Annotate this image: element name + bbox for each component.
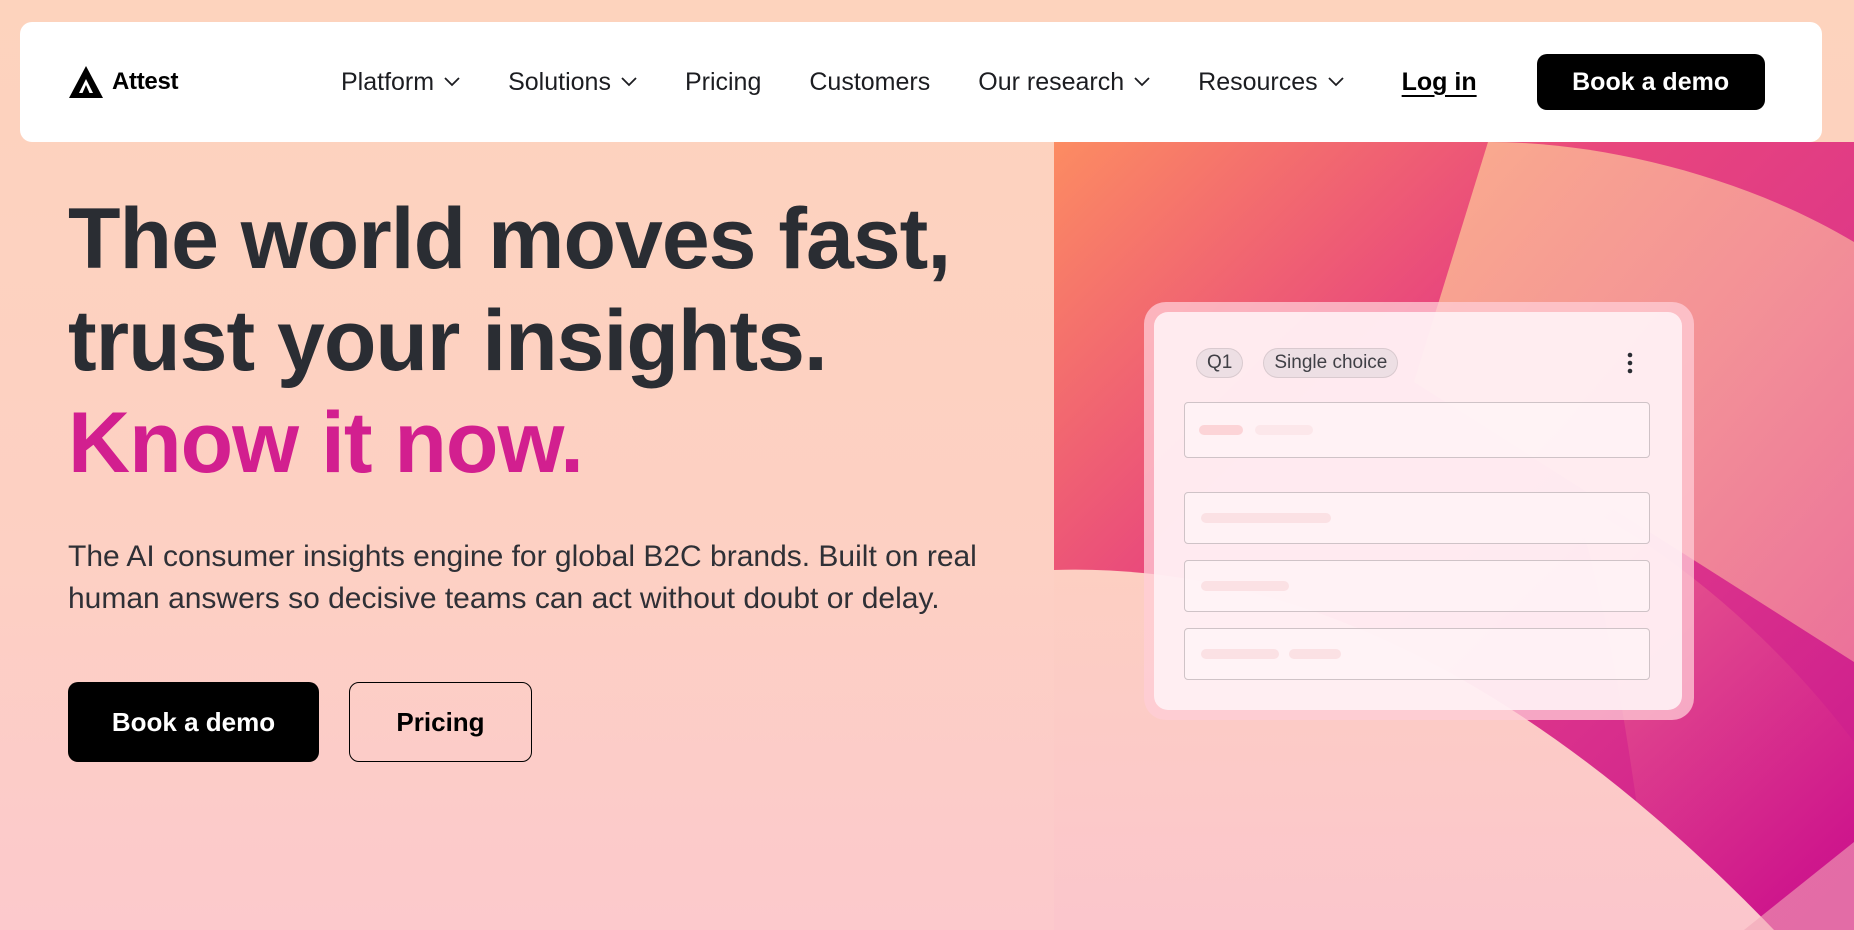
nav-item-solutions[interactable]: Solutions: [508, 68, 637, 97]
placeholder-bar: [1255, 425, 1313, 435]
hero-cta-group: Book a demo Pricing: [68, 682, 532, 762]
placeholder-bar: [1201, 581, 1289, 591]
hero-headline-line-1: The world moves fast,: [68, 191, 951, 287]
hero-book-demo-button[interactable]: Book a demo: [68, 682, 319, 762]
nav-item-label: Resources: [1198, 67, 1318, 96]
nav-item-label: Our research: [978, 67, 1125, 96]
question-number-chip: Q1: [1196, 348, 1244, 378]
top-navigation: Attest Platform Solutions Pricing Custom…: [20, 22, 1822, 142]
nav-item-resources[interactable]: Resources: [1198, 68, 1344, 97]
nav-item-platform[interactable]: Platform: [341, 68, 460, 97]
placeholder-bar: [1199, 425, 1243, 435]
nav-item-label: Customers: [809, 67, 931, 96]
question-type-chip: Single choice: [1263, 348, 1399, 378]
answer-option[interactable]: [1184, 628, 1650, 680]
nav-item-our-research[interactable]: Our research: [978, 68, 1150, 97]
more-vertical-icon[interactable]: [1620, 350, 1640, 376]
question-card: Q1 Single choice: [1154, 312, 1682, 710]
chevron-down-icon: [621, 77, 637, 87]
question-card-frame: Q1 Single choice: [1144, 302, 1694, 720]
login-link[interactable]: Log in: [1402, 68, 1477, 97]
chevron-down-icon: [444, 77, 460, 87]
nav-item-label: Solutions: [508, 67, 611, 96]
chevron-down-icon: [1328, 77, 1344, 87]
question-card-header: Q1 Single choice: [1196, 348, 1399, 378]
placeholder-bar: [1201, 513, 1331, 523]
hero-headline: The world moves fast, trust your insight…: [68, 188, 1048, 494]
answer-option[interactable]: [1184, 560, 1650, 612]
chevron-down-icon: [1134, 77, 1150, 87]
hero-headline-accent: Know it now.: [68, 395, 584, 491]
nav-item-label: Platform: [341, 67, 435, 96]
nav-item-pricing[interactable]: Pricing: [685, 68, 761, 97]
nav-item-label: Pricing: [684, 67, 762, 96]
attest-triangle-logo-icon: [69, 66, 103, 98]
hero-subtitle: The AI consumer insights engine for glob…: [68, 540, 977, 615]
question-text-field[interactable]: [1184, 402, 1650, 458]
main-menu: Platform Solutions Pricing Customers Our…: [341, 68, 1344, 97]
brand-name: Attest: [112, 68, 179, 95]
hero-headline-line-2: trust your insights.: [68, 293, 828, 389]
brand-logo[interactable]: Attest: [68, 65, 268, 99]
nav-book-demo-button[interactable]: Book a demo: [1536, 54, 1765, 110]
answer-option[interactable]: [1184, 492, 1650, 544]
placeholder-bar: [1201, 649, 1279, 659]
placeholder-bar: [1289, 649, 1341, 659]
hero-pricing-button[interactable]: Pricing: [349, 682, 532, 762]
nav-item-customers[interactable]: Customers: [809, 68, 930, 97]
